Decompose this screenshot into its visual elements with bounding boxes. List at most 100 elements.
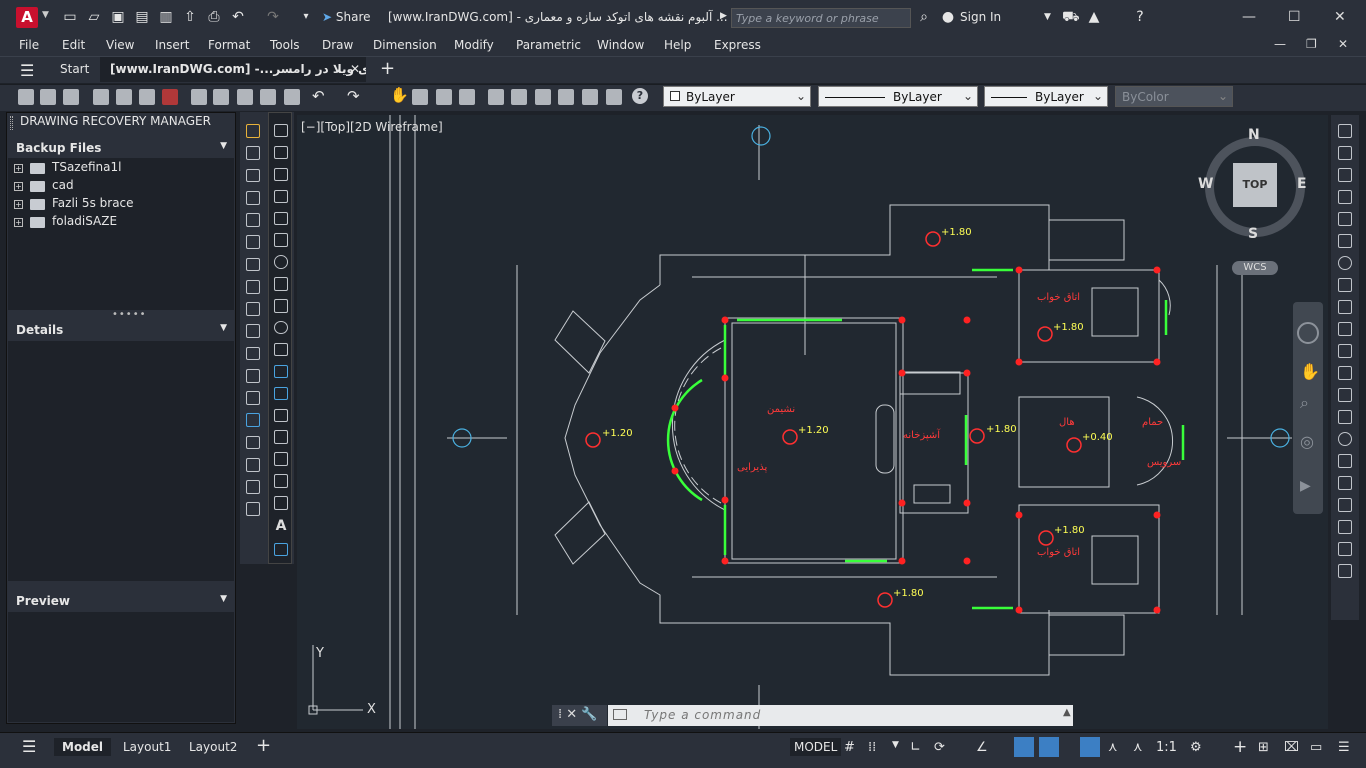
autodesk-app-icon[interactable]: ▲ — [1086, 9, 1102, 25]
add-layout-icon[interactable]: + — [256, 735, 271, 756]
array-icon[interactable] — [246, 213, 260, 227]
model-space-toggle[interactable]: MODEL — [790, 738, 842, 756]
backup-files-header[interactable]: Backup Files ▼ — [7, 138, 235, 158]
undo-icon[interactable]: ↶ — [230, 9, 246, 25]
hamburger-icon[interactable]: ☰ — [20, 61, 34, 80]
menu-edit[interactable]: Edit — [62, 38, 85, 52]
maximize-icon[interactable]: ☐ — [1288, 9, 1301, 25]
dimstyle-icon[interactable] — [1338, 564, 1352, 578]
color-dropdown[interactable]: ByLayer ⌄ — [663, 86, 811, 107]
app-menu-arrow-icon[interactable]: ▼ — [42, 10, 49, 20]
showmotion-icon[interactable]: ▶ — [1300, 478, 1311, 494]
pan-icon[interactable]: ✋ — [1300, 362, 1320, 381]
wcs-menu[interactable]: WCS — [1232, 261, 1278, 275]
inspect-icon[interactable] — [1338, 454, 1352, 468]
continue-icon[interactable] — [1338, 344, 1352, 358]
polygon-icon[interactable] — [274, 189, 288, 204]
tab-start[interactable]: Start — [52, 57, 100, 82]
circle-icon[interactable] — [274, 255, 288, 269]
orbit-icon[interactable]: ◎ — [1300, 432, 1314, 451]
tb-cut-icon[interactable] — [191, 89, 207, 105]
customization-icon[interactable]: ☰ — [1338, 740, 1350, 755]
arc-length-icon[interactable] — [1338, 168, 1352, 182]
annotation-scale-value[interactable]: 1:1 — [1156, 740, 1177, 755]
auto-scale-icon[interactable]: ⋏ — [1108, 740, 1118, 755]
mtext-icon[interactable]: A — [276, 518, 287, 534]
new-icon[interactable]: ▭ — [62, 9, 78, 25]
tb-paste-icon[interactable] — [237, 89, 253, 105]
object-snap-icon[interactable] — [1014, 737, 1034, 757]
tb-sheetset-icon[interactable] — [558, 89, 574, 105]
dimtedit-icon[interactable] — [1338, 520, 1352, 534]
stretch-icon[interactable] — [246, 302, 260, 316]
menu-insert[interactable]: Insert — [155, 38, 189, 52]
export-icon[interactable]: ▥ — [158, 9, 174, 25]
save-icon[interactable]: ▣ — [110, 9, 126, 25]
scale-icon[interactable] — [246, 279, 260, 294]
tree-item[interactable]: + cad — [8, 178, 234, 196]
tb-publish-icon[interactable] — [139, 89, 155, 105]
details-header[interactable]: Details ▼ — [7, 320, 235, 340]
expand-icon[interactable]: + — [14, 182, 23, 191]
space-icon[interactable] — [1338, 366, 1352, 380]
upload-icon[interactable]: ⇧ — [182, 9, 198, 25]
compass-w[interactable]: W — [1198, 176, 1213, 192]
diameter-icon[interactable] — [1338, 256, 1352, 270]
tolerance-icon[interactable] — [1338, 410, 1352, 424]
close-icon[interactable]: ✕ — [1334, 9, 1346, 25]
tree-item[interactable]: + foladiSAZE — [8, 214, 234, 232]
compass-n[interactable]: N — [1248, 127, 1260, 143]
annotation-monitor-icon[interactable]: + — [1233, 737, 1247, 757]
expand-icon[interactable]: + — [14, 200, 23, 209]
baseline-icon[interactable] — [1338, 322, 1352, 336]
open-icon[interactable]: ▱ — [86, 9, 102, 25]
annotation-scale-icon[interactable]: ⋏ — [1133, 740, 1143, 755]
tb-help-icon[interactable]: ? — [632, 88, 648, 104]
tb-match-icon[interactable] — [284, 89, 300, 105]
chamfer-icon[interactable] — [246, 435, 260, 450]
angular-icon[interactable] — [1338, 278, 1352, 292]
tb-save-icon[interactable] — [63, 89, 79, 105]
chevron-right-icon[interactable]: ▶ — [720, 11, 727, 21]
tb-calculator-icon[interactable] — [606, 89, 622, 105]
table-icon[interactable] — [274, 496, 288, 510]
join-icon[interactable] — [246, 413, 260, 427]
line-icon[interactable] — [274, 124, 288, 138]
tb-pdf-icon[interactable] — [162, 89, 178, 105]
tb-paste-special-icon[interactable] — [260, 89, 276, 105]
arc-icon[interactable] — [274, 233, 288, 247]
expand-icon[interactable]: + — [14, 164, 23, 173]
preview-header[interactable]: Preview ▼ — [7, 591, 235, 611]
menu-view[interactable]: View — [106, 38, 134, 52]
compass-s[interactable]: S — [1248, 226, 1258, 242]
aligned-dim-icon[interactable] — [1338, 146, 1352, 160]
command-input[interactable]: Type a command — [608, 705, 1073, 726]
tab-close-icon[interactable]: ✕ — [350, 62, 360, 76]
copy-icon[interactable] — [246, 146, 260, 160]
share-button[interactable]: ➤ Share — [322, 10, 371, 24]
spline-icon[interactable] — [274, 299, 288, 313]
doc-minimize-icon[interactable]: — — [1274, 37, 1286, 51]
ortho-icon[interactable]: ∟ — [910, 740, 921, 755]
new-tab-icon[interactable]: + — [380, 58, 395, 79]
point-icon[interactable] — [274, 408, 288, 422]
viewport-controls[interactable]: [−][Top][2D Wireframe] — [301, 120, 443, 134]
units-icon[interactable]: ⊞ — [1258, 740, 1269, 755]
grid-icon[interactable]: # — [844, 740, 855, 755]
tb-zoom-window-icon[interactable] — [436, 89, 452, 105]
make-block-icon[interactable] — [274, 386, 288, 401]
linear-dim-icon[interactable] — [1338, 124, 1352, 138]
plotstyle-dropdown[interactable]: ByColor ⌄ — [1115, 86, 1233, 107]
cart-icon[interactable]: ⛟ — [1062, 9, 1080, 25]
search-input[interactable]: Type a keyword or phrase — [731, 8, 911, 28]
annotation-visibility-icon[interactable] — [1080, 737, 1100, 757]
rectangle-icon[interactable] — [274, 211, 288, 225]
quick-dim-icon[interactable] — [1338, 300, 1352, 314]
quick-properties-icon[interactable]: ⌧ — [1284, 740, 1299, 755]
construction-line-icon[interactable] — [274, 145, 288, 160]
sign-in-dropdown-icon[interactable]: ▼ — [1044, 12, 1051, 22]
rotate-icon[interactable] — [246, 257, 260, 272]
tb-properties-icon[interactable] — [488, 89, 504, 105]
break-dim-icon[interactable] — [1338, 388, 1352, 402]
trim-icon[interactable] — [246, 324, 260, 338]
